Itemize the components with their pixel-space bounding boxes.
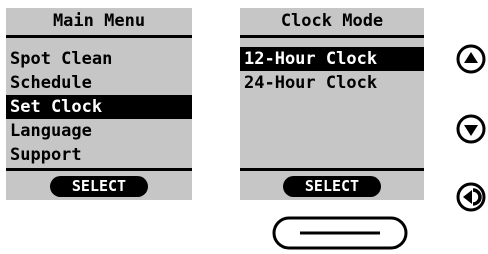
up-button[interactable] — [456, 44, 486, 74]
menu-item-set-clock[interactable]: Set Clock — [6, 95, 192, 119]
back-arrow-circle-icon — [456, 182, 486, 212]
menu-item-spot-clean[interactable]: Spot Clean — [6, 47, 192, 71]
arrow-down-circle-icon — [456, 114, 486, 144]
menu-item-language[interactable]: Language — [6, 119, 192, 143]
title-divider — [6, 35, 192, 38]
clock-mode-list: 12-Hour Clock 24-Hour Clock — [240, 47, 424, 95]
select-button[interactable]: SELECT — [50, 176, 148, 197]
clock-mode-title: Clock Mode — [280, 11, 384, 31]
menu-item-schedule[interactable]: Schedule — [6, 71, 192, 95]
home-button[interactable] — [272, 216, 408, 250]
home-pill-button-icon — [272, 216, 408, 250]
down-button[interactable] — [456, 114, 486, 144]
select-button[interactable]: SELECT — [283, 176, 381, 197]
main-menu-screen: Main Menu Spot Clean Schedule Set Clock … — [6, 8, 192, 200]
bottom-divider — [6, 168, 192, 171]
menu-item-support[interactable]: Support — [6, 143, 192, 167]
option-12-hour-clock[interactable]: 12-Hour Clock — [240, 47, 424, 71]
bottom-divider — [240, 168, 424, 171]
clock-mode-screen: Clock Mode 12-Hour Clock 24-Hour Clock S… — [240, 8, 424, 200]
main-menu-list: Spot Clean Schedule Set Clock Language S… — [6, 47, 192, 167]
main-menu-title: Main Menu — [52, 11, 146, 31]
option-24-hour-clock[interactable]: 24-Hour Clock — [240, 71, 424, 95]
arrow-up-circle-icon — [456, 44, 486, 74]
back-button[interactable] — [456, 182, 486, 212]
title-divider — [240, 35, 424, 38]
